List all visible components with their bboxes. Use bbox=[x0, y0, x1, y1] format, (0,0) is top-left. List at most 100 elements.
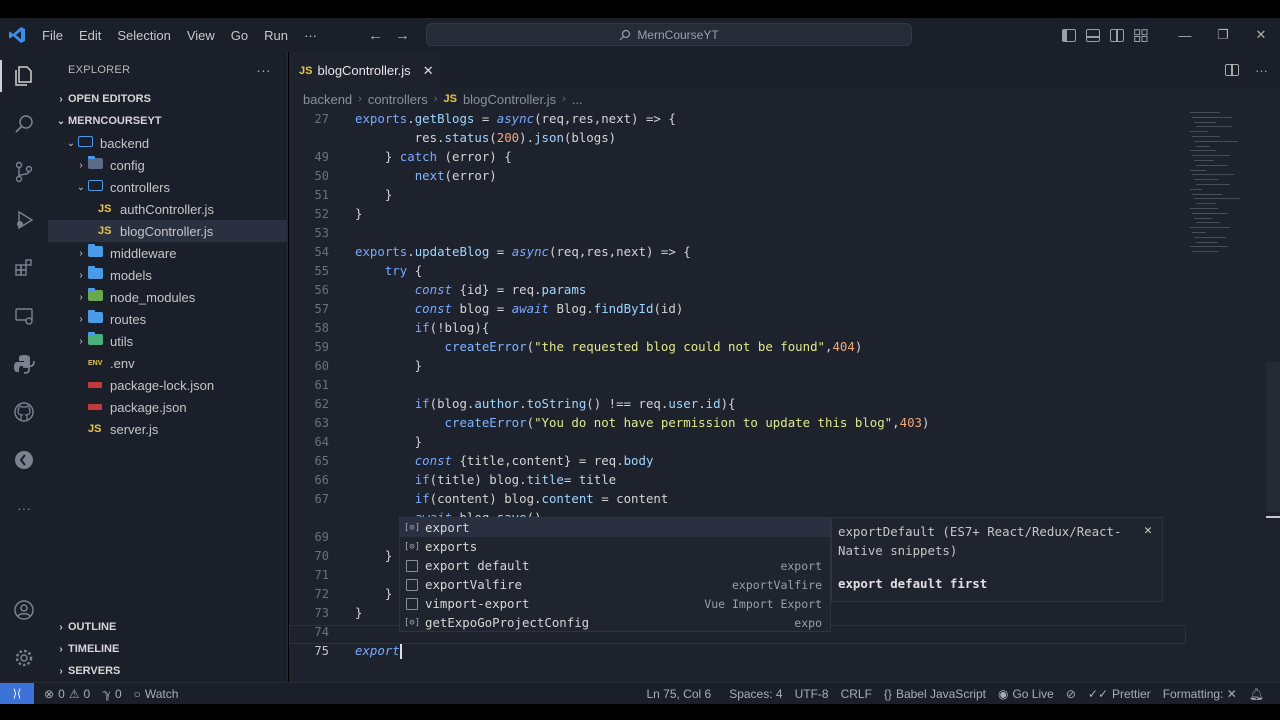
vscode-logo-icon[interactable] bbox=[0, 18, 34, 52]
menu-file[interactable]: File bbox=[34, 28, 71, 43]
braces-icon: {} bbox=[883, 687, 892, 701]
breadcrumb-backend[interactable]: backend bbox=[303, 92, 352, 107]
suggest-detail-doc: export default first bbox=[838, 576, 988, 591]
language-mode[interactable]: {} Babel JavaScript bbox=[878, 687, 992, 701]
go-live-button[interactable]: ◉ Go Live bbox=[992, 687, 1060, 701]
menu-run[interactable]: Run bbox=[256, 28, 296, 43]
letterbox-bottom bbox=[0, 704, 1280, 720]
forward-arrow-icon[interactable]: → bbox=[395, 27, 410, 44]
menu-view[interactable]: View bbox=[179, 28, 223, 43]
customize-layout-icon[interactable] bbox=[1134, 28, 1148, 42]
toggle-secondary-sidebar-icon[interactable] bbox=[1110, 28, 1124, 42]
open-editors-section[interactable]: › OPEN EDITORS bbox=[48, 88, 287, 110]
toggle-primary-sidebar-icon[interactable] bbox=[1062, 28, 1076, 42]
close-tab-icon[interactable]: ✕ bbox=[423, 63, 434, 79]
suggest-item[interactable]: export default export bbox=[400, 556, 830, 575]
code-text: res.status(200).json(blogs) bbox=[355, 130, 617, 145]
more-views-icon[interactable]: ··· bbox=[0, 484, 48, 532]
explorer-more-icon[interactable]: ··· bbox=[256, 62, 271, 78]
ports-icon: ℽ bbox=[102, 686, 111, 701]
timeline-section[interactable]: › TIMELINE bbox=[48, 638, 287, 660]
breadcrumb-controllers[interactable]: controllers bbox=[368, 92, 428, 107]
tree-item-package-json[interactable]: package.json bbox=[48, 396, 287, 418]
tree-item-authcontroller-js[interactable]: JS authController.js bbox=[48, 198, 287, 220]
tree-item-node-modules[interactable]: › node_modules bbox=[48, 286, 287, 308]
run-debug-icon[interactable] bbox=[0, 196, 48, 244]
formatting-status[interactable]: Formatting: ✕ bbox=[1157, 687, 1243, 701]
tree-item-server-js[interactable]: JS server.js bbox=[48, 418, 287, 440]
prettier-status[interactable]: ✓✓ Prettier bbox=[1082, 687, 1157, 701]
restore-button[interactable]: ❐ bbox=[1204, 27, 1242, 43]
encoding[interactable]: UTF-8 bbox=[789, 687, 835, 701]
command-center-search[interactable]: MernCourseYT bbox=[426, 23, 912, 46]
end-of-line[interactable]: CRLF bbox=[835, 687, 878, 701]
outline-section[interactable]: › OUTLINE bbox=[48, 616, 287, 638]
tree-item-middleware[interactable]: › middleware bbox=[48, 242, 287, 264]
breadcrumb-symbol[interactable]: ... bbox=[572, 92, 583, 107]
tree-item-models[interactable]: › models bbox=[48, 264, 287, 286]
menu-selection[interactable]: Selection bbox=[109, 28, 178, 43]
notifications-off-icon[interactable]: ⊘ bbox=[1060, 687, 1082, 701]
suggest-item[interactable]: exportValfire exportValfire bbox=[400, 575, 830, 594]
minimap[interactable] bbox=[1187, 110, 1277, 260]
suggest-detail: expo bbox=[794, 615, 822, 630]
remote-indicator[interactable]: ⟩⟨ bbox=[0, 682, 34, 705]
code-line: 62 if(blog.author.toString() !== req.use… bbox=[289, 394, 1189, 413]
code-text: if(title) blog.title= title bbox=[414, 472, 617, 487]
chevron-right-icon: › bbox=[79, 159, 83, 171]
ports-indicator[interactable]: ℽ0 bbox=[96, 687, 127, 701]
search-icon[interactable] bbox=[0, 100, 48, 148]
line-number: 58 bbox=[314, 320, 329, 335]
python-icon[interactable] bbox=[0, 340, 48, 388]
editor-more-icon[interactable]: ··· bbox=[1255, 63, 1268, 78]
menu-more-icon[interactable]: ··· bbox=[296, 28, 325, 43]
extensions-icon[interactable] bbox=[0, 244, 48, 292]
close-window-button[interactable]: ✕ bbox=[1242, 27, 1280, 43]
toggle-panel-icon[interactable] bbox=[1086, 28, 1100, 42]
watch-button[interactable]: ○ Watch bbox=[128, 687, 185, 701]
line-number: 61 bbox=[314, 377, 329, 392]
remote-explorer-icon[interactable] bbox=[0, 292, 48, 340]
suggest-item[interactable]: [⊙] exports bbox=[400, 537, 830, 556]
back-arrow-icon[interactable]: ← bbox=[368, 27, 383, 44]
tree-item-backend[interactable]: ⌄ backend bbox=[48, 132, 287, 154]
tree-item--env[interactable]: ENV .env bbox=[48, 352, 287, 374]
tree-item-utils[interactable]: › utils bbox=[48, 330, 287, 352]
tree-item-blogcontroller-js[interactable]: JS blogController.js bbox=[48, 220, 287, 242]
module-icon: [⊙] bbox=[403, 541, 421, 552]
explorer-icon[interactable] bbox=[0, 52, 48, 100]
bell-icon[interactable]: 🔔︎ bbox=[1243, 687, 1270, 701]
menu-go[interactable]: Go bbox=[223, 28, 256, 43]
servers-section[interactable]: › SERVERS bbox=[48, 660, 287, 682]
code-text: createError("the requested blog could no… bbox=[444, 339, 863, 354]
close-details-icon[interactable]: ✕ bbox=[1144, 523, 1152, 538]
tree-item-controllers[interactable]: ⌄ controllers bbox=[48, 176, 287, 198]
suggest-item[interactable]: [⊙] getExpoGoProjectConfig expo bbox=[400, 613, 830, 632]
manage-gear-icon[interactable] bbox=[0, 634, 48, 682]
live-share-icon[interactable] bbox=[0, 436, 48, 484]
tab-blogcontroller[interactable]: JS blogController.js ✕ bbox=[289, 52, 441, 88]
letterbox-top bbox=[0, 0, 1280, 18]
suggest-item[interactable]: vimport-export Vue Import Export bbox=[400, 594, 830, 613]
accounts-icon[interactable] bbox=[0, 586, 48, 634]
github-icon[interactable] bbox=[0, 388, 48, 436]
code-line: 57 const blog = await Blog.findById(id) bbox=[289, 299, 1189, 318]
problems-indicator[interactable]: ⊗ 0 ⚠ 0 bbox=[38, 687, 96, 701]
breadcrumb-file[interactable]: blogController.js bbox=[463, 92, 556, 107]
vertical-scrollbar[interactable] bbox=[1266, 362, 1280, 512]
suggest-item[interactable]: [⊙] export bbox=[400, 518, 830, 537]
menu-edit[interactable]: Edit bbox=[71, 28, 109, 43]
source-control-icon[interactable] bbox=[0, 148, 48, 196]
line-number: 63 bbox=[314, 415, 329, 430]
explorer-sidebar: EXPLORER ··· › OPEN EDITORS ⌄ MERNCOURSE… bbox=[48, 52, 288, 682]
minimize-button[interactable]: — bbox=[1166, 28, 1204, 43]
tree-item-package-lock-json[interactable]: package-lock.json bbox=[48, 374, 287, 396]
split-editor-icon[interactable] bbox=[1225, 64, 1239, 76]
code-text: if(blog.author.toString() !== req.user.i… bbox=[414, 396, 736, 411]
workspace-section[interactable]: ⌄ MERNCOURSEYT bbox=[48, 110, 287, 132]
tree-item-config[interactable]: › config bbox=[48, 154, 287, 176]
module-icon: [⊙] bbox=[403, 617, 421, 628]
cursor-position[interactable]: Ln 75, Col 6 bbox=[640, 687, 717, 701]
indentation[interactable]: Spaces: 4 bbox=[723, 687, 788, 701]
tree-item-routes[interactable]: › routes bbox=[48, 308, 287, 330]
